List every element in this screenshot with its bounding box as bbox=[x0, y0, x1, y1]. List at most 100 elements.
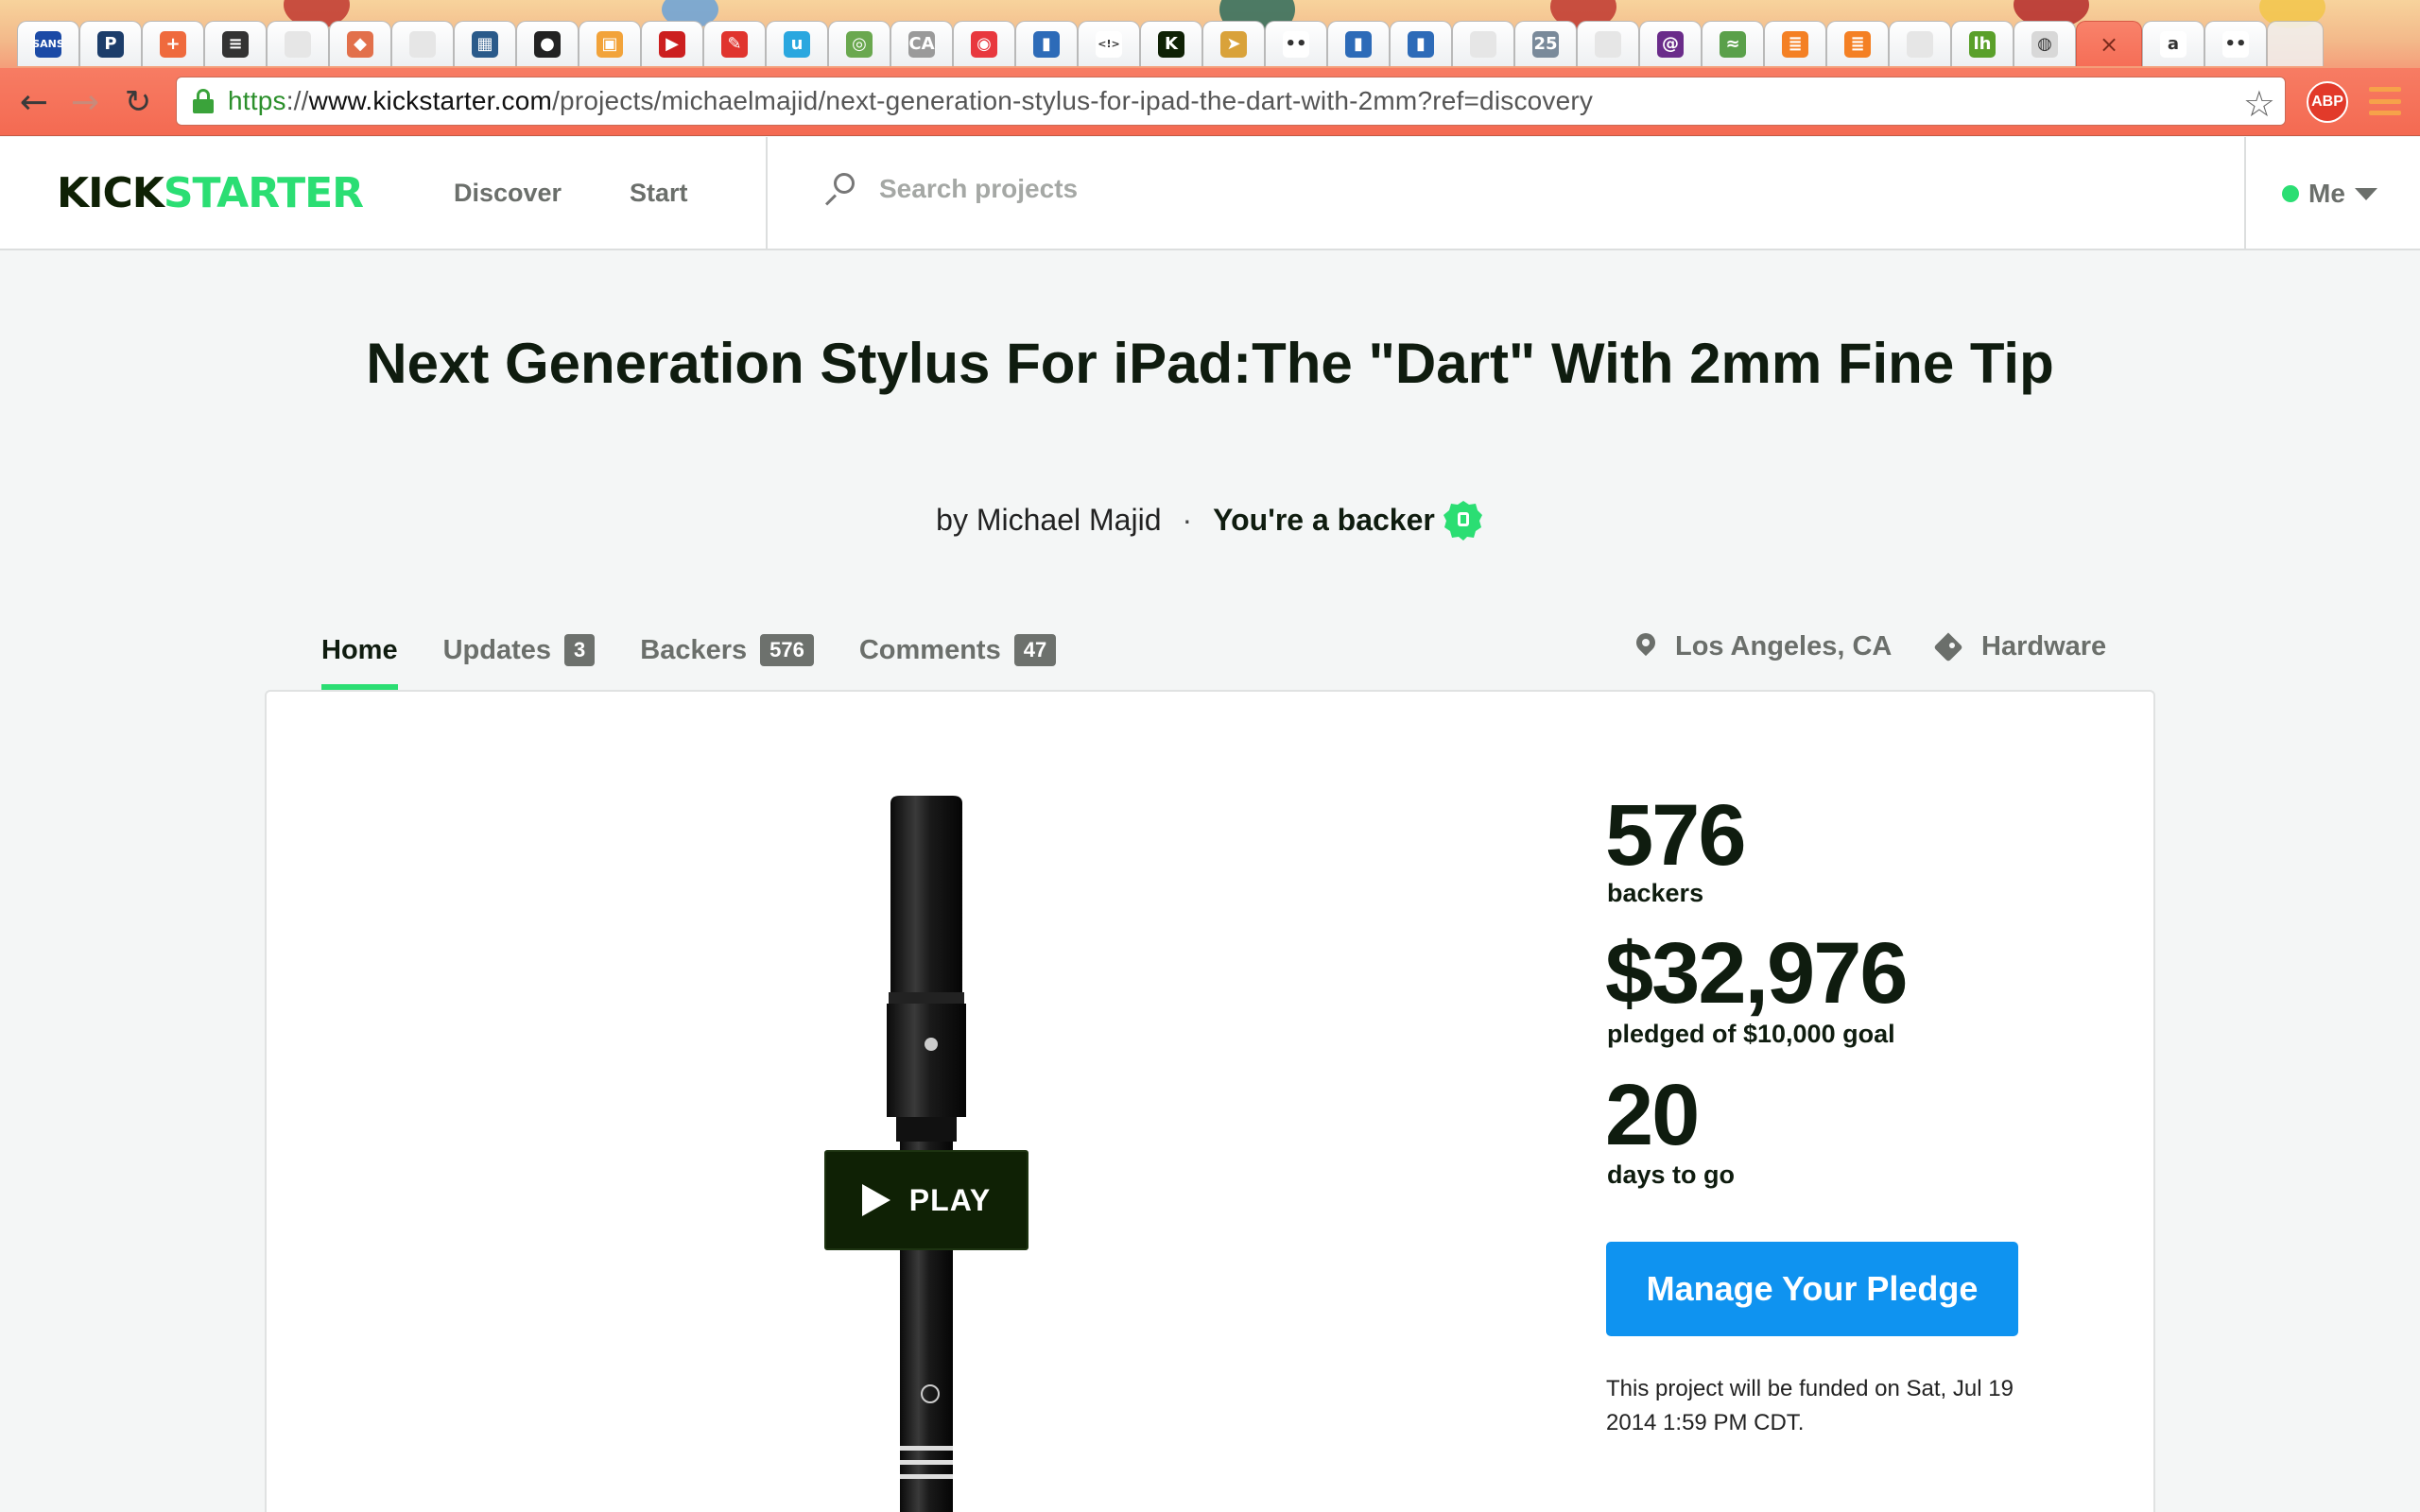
u-icon: u bbox=[784, 30, 810, 58]
chart-icon: ≈ bbox=[1720, 30, 1746, 58]
url-text[interactable]: https://www.kickstarter.com/projects/mic… bbox=[228, 86, 1593, 116]
browser-tab[interactable]: ▶ bbox=[641, 21, 703, 66]
address-bar[interactable]: https://www.kickstarter.com/projects/mic… bbox=[176, 77, 2286, 126]
caret-down-icon bbox=[2354, 187, 2377, 200]
book-icon: ▮ bbox=[1345, 30, 1372, 58]
browser-tab[interactable]: <!> bbox=[1078, 21, 1140, 66]
play-label: PLAY bbox=[908, 1182, 992, 1217]
tab-count-badge: 3 bbox=[564, 634, 596, 666]
project-category[interactable]: Hardware bbox=[1933, 631, 2107, 662]
manage-pledge-button[interactable]: Manage Your Pledge bbox=[1606, 1242, 2018, 1336]
browser-tab[interactable]: ◍ bbox=[2014, 21, 2076, 66]
video-play-button[interactable]: PLAY bbox=[824, 1150, 1028, 1250]
play-icon bbox=[861, 1184, 890, 1216]
browser-tab[interactable]: ≣ bbox=[1764, 21, 1826, 66]
tab-comments[interactable]: Comments 47 bbox=[859, 626, 1057, 675]
tab-count-badge: 576 bbox=[760, 634, 814, 666]
browser-tab[interactable]: ◎ bbox=[828, 21, 890, 66]
book-icon: ▮ bbox=[1033, 30, 1060, 58]
browser-tab[interactable]: ▮ bbox=[1327, 21, 1390, 66]
browser-tab[interactable]: ≡ bbox=[204, 21, 267, 66]
url-path: /projects/michaelmajid/next-generation-s… bbox=[552, 86, 1594, 115]
backer-badge-icon bbox=[1443, 499, 1484, 541]
close-tab-icon[interactable]: × bbox=[2096, 31, 2122, 58]
browser-tab[interactable]: lh bbox=[1951, 21, 2014, 66]
browser-tab[interactable]: + bbox=[142, 21, 204, 66]
forward-arrow-icon[interactable]: → bbox=[64, 81, 106, 123]
logo-part-kick: KICK bbox=[57, 169, 164, 217]
browser-tab[interactable]: SANS bbox=[17, 21, 79, 66]
browser-tab[interactable] bbox=[1452, 21, 1514, 66]
tab-label: Updates bbox=[442, 634, 551, 665]
browser-tab[interactable]: K bbox=[1140, 21, 1202, 66]
browser-tab[interactable]: ◆ bbox=[329, 21, 391, 66]
days-label: days to go bbox=[1607, 1160, 1736, 1189]
user-menu[interactable]: Me bbox=[2282, 179, 2377, 209]
blank-page-icon bbox=[285, 30, 311, 58]
online-status-dot bbox=[2282, 185, 2299, 202]
funding-date-note: This project will be funded on Sat, Jul … bbox=[1606, 1376, 2014, 1435]
tab-updates[interactable]: Updates 3 bbox=[443, 626, 596, 675]
browser-tab[interactable]: ≈ bbox=[1702, 21, 1764, 66]
new-tab-button[interactable] bbox=[2267, 21, 2324, 66]
amazon-icon: a bbox=[2160, 30, 2187, 58]
browser-tab[interactable]: ◉ bbox=[953, 21, 1015, 66]
search-box[interactable] bbox=[822, 173, 1541, 206]
browser-tab-strip: SANS P + ≡ ◆ ▦ ● ▣ ▶ ✎ u ◎ CA ◉ ▮ <!> K ➤ •• ▮ ▮ 25 @ ≈ ≣ ≣ lh ◍ × a •… bbox=[0, 0, 2420, 68]
browser-tab[interactable]: ➤ bbox=[1202, 21, 1265, 66]
search-icon bbox=[822, 173, 855, 206]
browser-tab[interactable]: @ bbox=[1639, 21, 1702, 66]
browser-tab[interactable]: u bbox=[766, 21, 828, 66]
category-label: Hardware bbox=[1981, 631, 2107, 662]
adblock-extension-icon[interactable]: ABP bbox=[2307, 81, 2348, 123]
browser-tab[interactable]: CA bbox=[890, 21, 953, 66]
book-icon: ▮ bbox=[1408, 30, 1434, 58]
plus-icon: + bbox=[160, 30, 186, 58]
tag-icon bbox=[1933, 631, 1963, 662]
reload-icon[interactable]: ↻ bbox=[117, 81, 159, 123]
tab-home[interactable]: Home bbox=[321, 626, 398, 690]
browser-tab[interactable] bbox=[267, 21, 329, 66]
browser-tab-active[interactable]: × bbox=[2076, 21, 2142, 66]
lh-icon: lh bbox=[1969, 30, 1996, 58]
browser-tab[interactable]: •• bbox=[2204, 21, 2267, 66]
user-menu-label: Me bbox=[2308, 179, 2345, 208]
kickstarter-icon: K bbox=[1158, 30, 1184, 58]
browser-tab[interactable] bbox=[391, 21, 454, 66]
browser-tab[interactable]: ▦ bbox=[454, 21, 516, 66]
back-arrow-icon[interactable]: ← bbox=[13, 81, 55, 123]
browser-tab[interactable]: ▮ bbox=[1390, 21, 1452, 66]
site-header: KICKSTARTER Discover Start Me bbox=[0, 137, 2420, 250]
browser-tab[interactable]: ✎ bbox=[703, 21, 766, 66]
browser-tab[interactable]: ▮ bbox=[1015, 21, 1078, 66]
browser-tab[interactable]: 25 bbox=[1514, 21, 1577, 66]
browser-menu-icon[interactable] bbox=[2369, 87, 2401, 115]
project-byline: by Michael Majid · You're a backer bbox=[0, 499, 2420, 541]
tab-backers[interactable]: Backers 576 bbox=[640, 626, 814, 675]
location-label: Los Angeles, CA bbox=[1675, 631, 1893, 662]
browser-tab[interactable]: ▣ bbox=[579, 21, 641, 66]
creator-link[interactable]: by Michael Majid bbox=[936, 503, 1161, 538]
arrow-icon: ➤ bbox=[1220, 30, 1247, 58]
chrome-icon: ◍ bbox=[2031, 30, 2058, 58]
bookmark-star-icon[interactable]: ☆ bbox=[2243, 83, 2275, 125]
search-input[interactable] bbox=[879, 174, 1541, 204]
browser-tab[interactable] bbox=[1889, 21, 1951, 66]
bird-icon: ◆ bbox=[347, 30, 373, 58]
browser-tab[interactable] bbox=[1577, 21, 1639, 66]
browser-tab[interactable]: •• bbox=[1265, 21, 1327, 66]
project-location[interactable]: Los Angeles, CA bbox=[1632, 628, 1893, 662]
browser-tab[interactable]: ● bbox=[516, 21, 579, 66]
nav-discover-link[interactable]: Discover bbox=[454, 179, 562, 208]
browser-tab[interactable]: P bbox=[79, 21, 142, 66]
nav-start-link[interactable]: Start bbox=[630, 179, 688, 208]
p-icon: P bbox=[97, 30, 124, 58]
code-icon: <!> bbox=[1096, 30, 1122, 58]
browser-tab[interactable]: ≣ bbox=[1826, 21, 1889, 66]
browser-tab[interactable]: a bbox=[2142, 21, 2204, 66]
backer-status: You're a backer bbox=[1213, 502, 1435, 537]
kickstarter-logo[interactable]: KICKSTARTER bbox=[57, 169, 364, 217]
ca-icon: CA bbox=[908, 30, 935, 58]
pledged-amount: $32,976 bbox=[1605, 925, 1909, 1022]
sans-icon: SANS bbox=[32, 30, 64, 58]
